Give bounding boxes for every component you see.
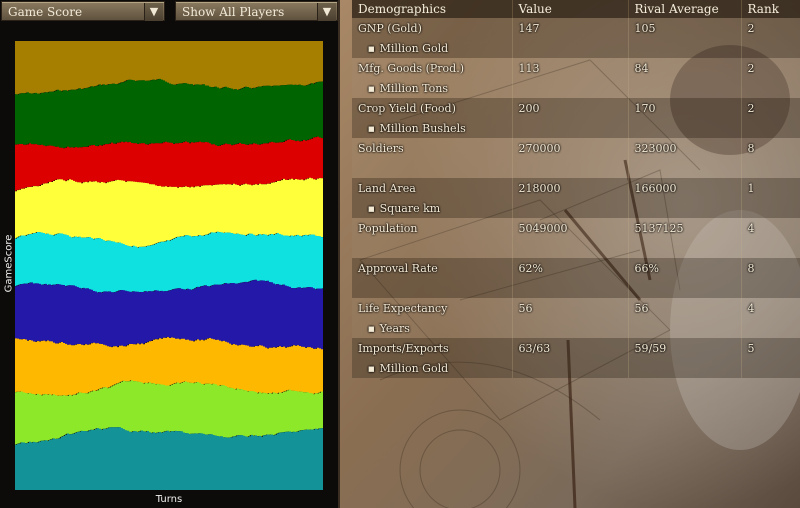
stat-name: Land Area [352, 178, 513, 198]
table-row: Mfg. Goods (Prod.) 113 84 2 [352, 58, 800, 78]
stat-rival-average: 84 [628, 58, 742, 78]
stat-unit-label: Million Gold [379, 361, 449, 375]
player-filter-dropdown-label: Show All Players [182, 5, 285, 19]
stat-rank: 4 [741, 218, 800, 238]
stat-unit: ■ Square km [352, 198, 513, 218]
stat-rival-average: 166000 [628, 178, 742, 198]
column-header-rival-average[interactable]: Rival Average [628, 0, 742, 18]
stat-value: 147 [512, 18, 629, 38]
stat-unit: ■ Million Gold [352, 358, 513, 378]
stat-name: Imports/Exports [352, 338, 513, 358]
chevron-down-icon[interactable]: ▼ [317, 3, 336, 21]
stat-rank: 4 [741, 298, 800, 318]
bullet-icon: ■ [368, 44, 375, 53]
stat-rival-average: 170 [628, 98, 742, 118]
stat-name: Approval Rate [352, 258, 513, 278]
stat-value: 200 [512, 98, 629, 118]
stat-name: GNP (Gold) [352, 18, 513, 38]
stat-unit-label: Years [379, 321, 410, 335]
stat-name: Mfg. Goods (Prod.) [352, 58, 513, 78]
graph-y-axis-label: GameScore [3, 234, 15, 293]
stat-value: 218000 [512, 178, 629, 198]
stat-name: Soldiers [352, 138, 513, 158]
table-row: Population 5049000 5137125 4 [352, 218, 800, 238]
score-type-dropdown[interactable]: Game Score ▼ [1, 1, 165, 21]
stat-name: Crop Yield (Food) [352, 98, 513, 118]
table-row-unit: ■ Million Gold [352, 358, 800, 378]
stat-rival-average: 105 [628, 18, 742, 38]
table-row: GNP (Gold) 147 105 2 [352, 18, 800, 38]
table-row: Life Expectancy 56 56 4 [352, 298, 800, 318]
table-row-spacer [352, 158, 800, 178]
table-header-row: Demographics Value Rival Average Rank [352, 0, 800, 18]
bullet-icon: ■ [368, 124, 375, 133]
stat-name: Life Expectancy [352, 298, 513, 318]
bullet-icon: ■ [368, 84, 375, 93]
table-row-unit: ■ Square km [352, 198, 800, 218]
demographics-panel: Demographics Value Rival Average Rank GN… [340, 0, 800, 508]
table-row: Crop Yield (Food) 200 170 2 [352, 98, 800, 118]
table-row-unit: ■ Million Bushels [352, 118, 800, 138]
bullet-icon: ■ [368, 364, 375, 373]
stat-value: 63/63 [512, 338, 629, 358]
table-row-spacer [352, 238, 800, 258]
score-graph-panel: Game Score ▼ Show All Players ▼ GameScor… [0, 0, 340, 508]
stat-unit: ■ Years [352, 318, 513, 338]
stat-value: 56 [512, 298, 629, 318]
stat-unit-label: Million Tons [379, 81, 448, 95]
stat-rank: 2 [741, 98, 800, 118]
stat-rank: 8 [741, 258, 800, 278]
stat-rank: 2 [741, 18, 800, 38]
stat-unit: ■ Million Bushels [352, 118, 513, 138]
table-row-unit: ■ Years [352, 318, 800, 338]
stat-unit-label: Square km [379, 201, 441, 215]
chevron-down-icon[interactable]: ▼ [144, 3, 163, 21]
stat-value: 113 [512, 58, 629, 78]
stat-value: 270000 [512, 138, 629, 158]
column-header-value[interactable]: Value [512, 0, 629, 18]
column-header-rank[interactable]: Rank [741, 0, 800, 18]
stat-name: Population [352, 218, 513, 238]
stat-value: 5049000 [512, 218, 629, 238]
column-header-demographics[interactable]: Demographics [352, 0, 513, 18]
stat-rank: 2 [741, 58, 800, 78]
stat-unit-label: Million Bushels [379, 121, 466, 135]
stat-rival-average: 323000 [628, 138, 742, 158]
stat-rank: 1 [741, 178, 800, 198]
stat-rank: 5 [741, 338, 800, 358]
table-row: Soldiers 270000 323000 8 [352, 138, 800, 158]
table-row-unit: ■ Million Tons [352, 78, 800, 98]
stat-unit-label: Million Gold [379, 41, 449, 55]
table-row-unit: ■ Million Gold [352, 38, 800, 58]
stat-rank: 8 [741, 138, 800, 158]
stat-rival-average: 59/59 [628, 338, 742, 358]
table-row-spacer [352, 278, 800, 298]
score-stacked-graph [15, 41, 323, 490]
graph-x-axis-label: Turns [155, 494, 183, 505]
stat-rival-average: 56 [628, 298, 742, 318]
player-score-band [15, 231, 323, 293]
player-filter-dropdown[interactable]: Show All Players ▼ [175, 1, 338, 21]
bullet-icon: ■ [368, 204, 375, 213]
stat-rival-average: 5137125 [628, 218, 742, 238]
stat-unit: ■ Million Tons [352, 78, 513, 98]
stat-unit: ■ Million Gold [352, 38, 513, 58]
stat-value: 62% [512, 258, 629, 278]
table-row: Land Area 218000 166000 1 [352, 178, 800, 198]
table-row: Imports/Exports 63/63 59/59 5 [352, 338, 800, 358]
table-row: Approval Rate 62% 66% 8 [352, 258, 800, 278]
demographics-table: Demographics Value Rival Average Rank GN… [352, 0, 800, 378]
stat-rival-average: 66% [628, 258, 742, 278]
score-type-dropdown-label: Game Score [8, 5, 83, 19]
bullet-icon: ■ [368, 324, 375, 333]
